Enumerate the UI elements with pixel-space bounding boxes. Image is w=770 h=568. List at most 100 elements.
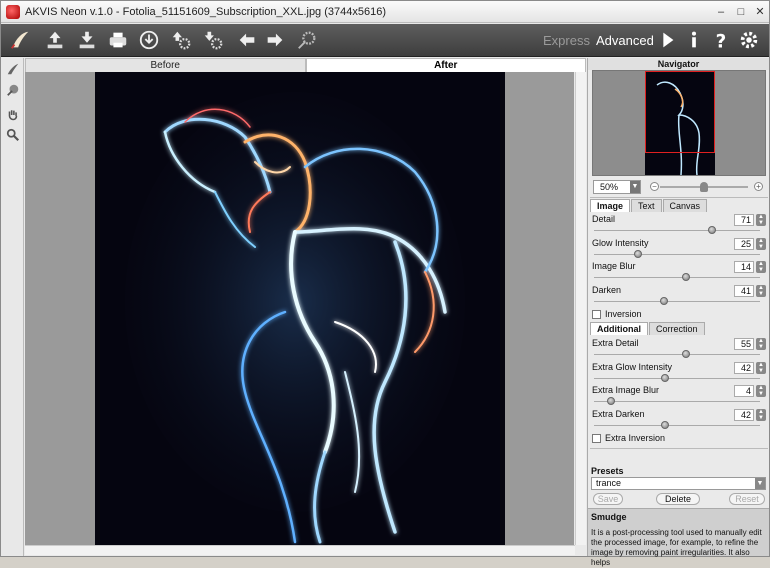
param-row: Extra Glow Intensity 42 ▲ ▼ xyxy=(592,361,768,385)
param-slider-thumb[interactable] xyxy=(661,373,670,382)
help-title: Smudge xyxy=(591,512,627,522)
spinner-icon[interactable]: ▲ ▼ xyxy=(756,214,766,226)
param-slider-thumb[interactable] xyxy=(661,420,670,429)
param-slider-thumb[interactable] xyxy=(634,249,642,258)
param-row: Extra Detail 55 ▲ ▼ xyxy=(592,338,768,361)
param-label: Detail xyxy=(592,214,616,224)
canvas-vertical-scrollbar[interactable] xyxy=(575,72,586,545)
run-triangle-icon[interactable] xyxy=(653,27,681,53)
run-icon[interactable] xyxy=(293,27,321,53)
image-canvas[interactable] xyxy=(25,72,574,545)
zoom-select[interactable]: 50% ▼ xyxy=(593,180,641,194)
print-icon[interactable] xyxy=(104,27,132,53)
settings-panel: Navigator 50% ▼ − + Image Text Canvas Detai… xyxy=(587,58,769,567)
tools-sidebar xyxy=(1,58,24,556)
smudge-icon[interactable] xyxy=(4,81,21,98)
divider xyxy=(590,448,768,449)
inversion-checkbox[interactable]: Inversion xyxy=(592,308,642,320)
param-slider[interactable] xyxy=(594,424,760,426)
tab-before[interactable]: Before xyxy=(25,58,306,72)
close-button[interactable]: ✕ xyxy=(752,4,768,20)
param-slider[interactable] xyxy=(594,401,760,402)
mode-express[interactable]: Express xyxy=(543,33,590,48)
app-window: AKVIS Neon v.1.0 - Fotolia_51151609_Subs… xyxy=(0,0,770,567)
canvas-horizontal-scrollbar[interactable] xyxy=(25,545,575,555)
maximize-button[interactable]: □ xyxy=(733,4,749,20)
param-slider[interactable] xyxy=(594,277,760,278)
param-value-field[interactable]: 55 xyxy=(734,338,754,350)
param-value-field[interactable]: 14 xyxy=(734,261,754,273)
param-slider[interactable] xyxy=(594,253,760,255)
zoom-out-button[interactable]: − xyxy=(650,182,659,191)
param-slider[interactable] xyxy=(594,230,760,231)
help-icon[interactable]: ? xyxy=(707,27,735,53)
param-label: Extra Detail xyxy=(592,338,639,348)
spinner-icon[interactable]: ▲ ▼ xyxy=(756,361,766,374)
spinner-icon[interactable]: ▲ ▼ xyxy=(756,284,766,297)
zoom-slider[interactable] xyxy=(660,182,748,192)
chevron-down-icon: ▼ xyxy=(630,181,640,193)
save-icon[interactable] xyxy=(73,27,101,53)
tab-text[interactable]: Text xyxy=(631,199,662,212)
param-value-field[interactable]: 25 xyxy=(734,237,754,250)
spinner-icon[interactable]: ▲ ▼ xyxy=(756,237,766,250)
tab-correction[interactable]: Correction xyxy=(649,322,705,335)
redo-icon[interactable] xyxy=(261,27,289,53)
reset-preset-button[interactable]: Reset xyxy=(729,493,765,505)
param-slider[interactable] xyxy=(594,300,760,302)
spinner-icon[interactable]: ▲ ▼ xyxy=(756,261,766,273)
spinner-icon[interactable]: ▲ ▼ xyxy=(756,385,766,397)
import-presets-icon[interactable] xyxy=(167,27,195,53)
open-icon[interactable] xyxy=(41,27,69,53)
checkbox-box xyxy=(592,309,601,319)
navigator-view-frame[interactable] xyxy=(645,71,715,153)
param-value-field[interactable]: 41 xyxy=(734,284,754,297)
export-presets-icon[interactable] xyxy=(199,27,227,53)
param-slider-thumb[interactable] xyxy=(682,273,690,281)
param-row: Glow Intensity 25 ▲ ▼ xyxy=(592,237,768,261)
zoom-slider-thumb[interactable] xyxy=(700,182,708,192)
param-slider[interactable] xyxy=(594,377,760,379)
spinner-icon[interactable]: ▲ ▼ xyxy=(756,408,766,421)
help-text: It is a post-processing tool used to man… xyxy=(591,528,762,567)
info-icon[interactable] xyxy=(680,27,708,53)
spinner-icon[interactable]: ▲ ▼ xyxy=(756,338,766,350)
zoom-in-button[interactable]: + xyxy=(754,182,763,191)
param-row: Extra Darken 42 ▲ ▼ xyxy=(592,408,768,432)
neon-brush-icon[interactable] xyxy=(4,60,21,77)
param-slider-thumb[interactable] xyxy=(659,296,668,305)
share-icon[interactable] xyxy=(135,27,163,53)
app-logo-icon xyxy=(6,4,20,19)
tab-image[interactable]: Image xyxy=(590,199,631,212)
subsettings-tabs: Additional Correction xyxy=(590,322,706,335)
param-slider-thumb[interactable] xyxy=(682,350,690,358)
param-value-field[interactable]: 4 xyxy=(734,385,754,397)
delete-preset-button[interactable]: Delete xyxy=(656,493,700,505)
neon-image xyxy=(95,72,505,545)
param-value-field[interactable]: 42 xyxy=(734,361,754,374)
extra-inversion-checkbox[interactable]: Extra Inversion xyxy=(592,432,665,444)
param-slider-thumb[interactable] xyxy=(606,397,615,405)
param-label: Extra Image Blur xyxy=(592,385,660,395)
param-label: Image Blur xyxy=(592,261,636,271)
preset-select[interactable]: trance ▼ xyxy=(591,477,766,490)
mode-advanced[interactable]: Advanced xyxy=(596,33,654,48)
param-slider[interactable] xyxy=(594,354,760,355)
param-label: Glow Intensity xyxy=(592,237,649,248)
param-slider-thumb[interactable] xyxy=(707,226,716,234)
window-title: AKVIS Neon v.1.0 - Fotolia_51151609_Subs… xyxy=(25,5,386,18)
akvis-logo-icon xyxy=(3,27,37,53)
navigator-preview[interactable] xyxy=(592,70,766,176)
settings-gear-icon[interactable] xyxy=(735,27,763,53)
save-preset-button[interactable]: Save xyxy=(593,493,623,505)
zoom-icon[interactable] xyxy=(4,126,21,143)
param-value-field[interactable]: 42 xyxy=(734,408,754,421)
minimize-button[interactable]: – xyxy=(713,4,729,20)
tab-additional[interactable]: Additional xyxy=(590,322,648,335)
param-value-field[interactable]: 71 xyxy=(734,214,754,226)
hand-icon[interactable] xyxy=(4,106,21,123)
presets-title: Presets xyxy=(591,466,624,476)
undo-icon[interactable] xyxy=(233,27,261,53)
tab-canvas[interactable]: Canvas xyxy=(662,199,708,212)
tab-after[interactable]: After xyxy=(305,58,586,72)
